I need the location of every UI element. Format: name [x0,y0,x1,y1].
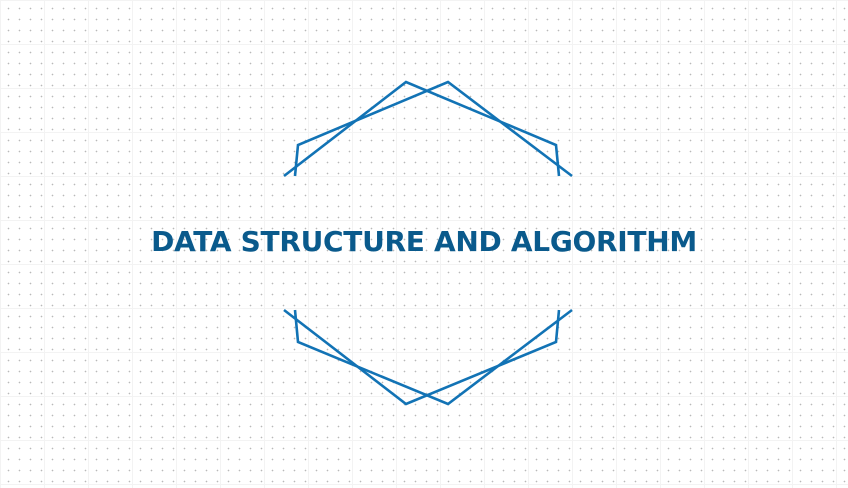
canvas: DATA STRUCTURE AND ALGORITHM [0,0,848,488]
bottom-chevron-left-line [293,308,573,406]
top-chevron-left-line [293,80,573,178]
bottom-chevron-right-line [283,308,561,406]
top-chevron-frame [283,80,573,178]
bottom-chevron-frame [283,308,573,406]
page-title: DATA STRUCTURE AND ALGORITHM [151,225,697,258]
top-chevron-right-line [283,80,561,178]
